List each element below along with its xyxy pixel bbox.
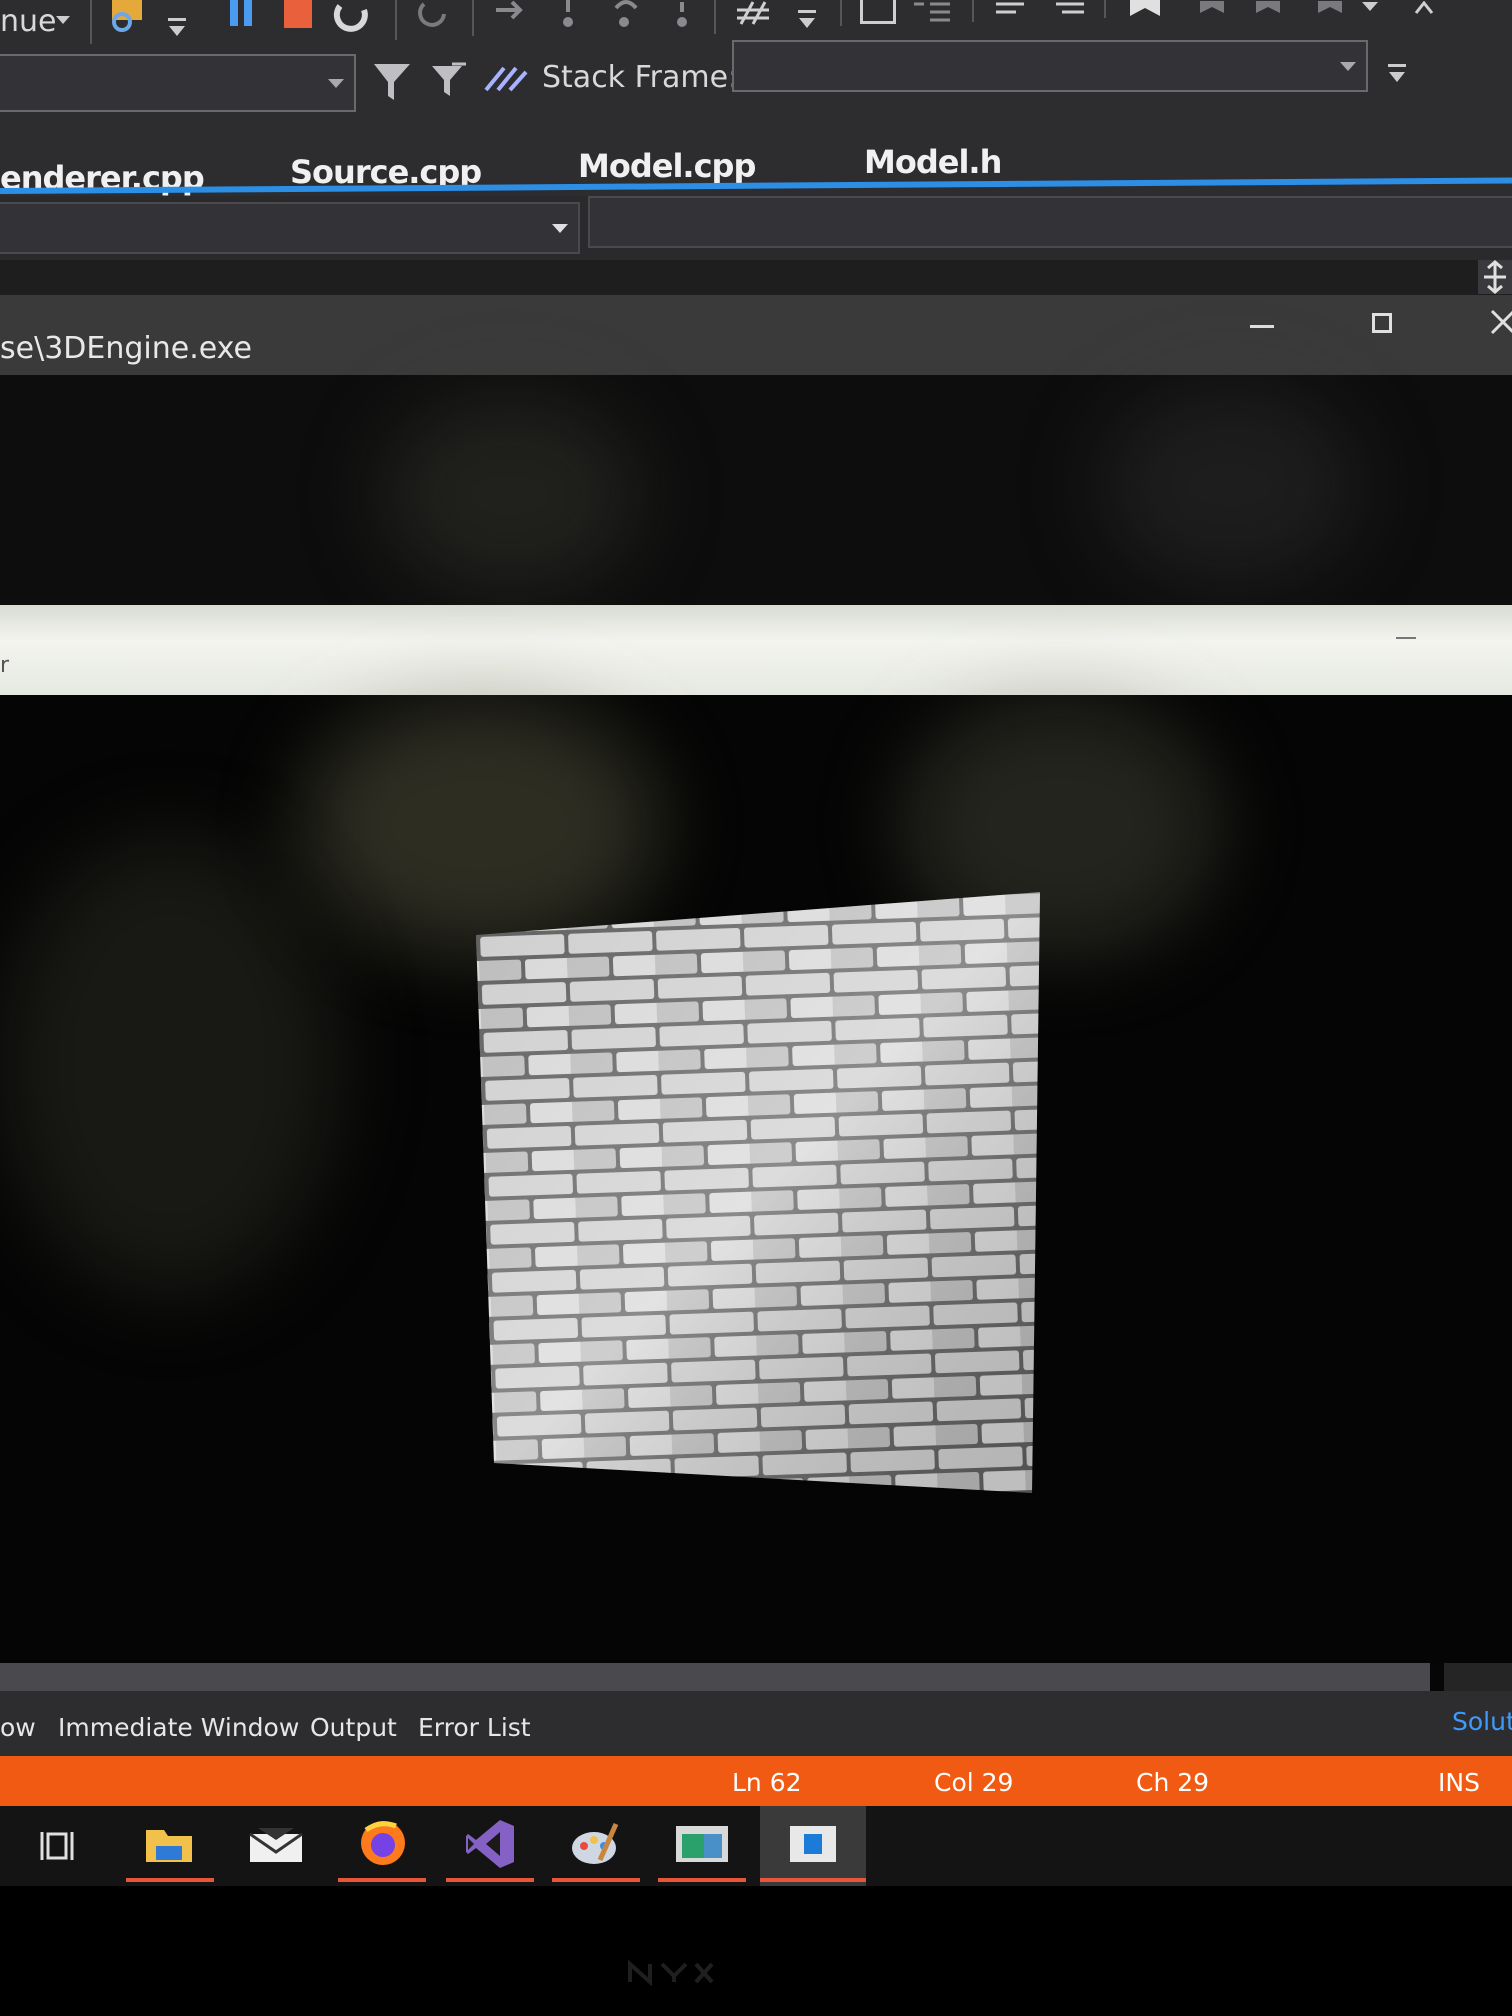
- active-app-icon: [790, 1826, 836, 1862]
- running-indicator: [338, 1878, 426, 1882]
- app-window-button[interactable]: [658, 1806, 746, 1886]
- running-indicator: [126, 1878, 214, 1882]
- file-explorer-icon: [146, 1830, 192, 1862]
- firefox-icon: [361, 1821, 405, 1865]
- file-explorer-button[interactable]: [126, 1806, 214, 1886]
- paint-button[interactable]: [552, 1806, 640, 1886]
- monitor-logo: [626, 1958, 716, 1987]
- tab-solution-explorer[interactable]: Solut: [1452, 1707, 1512, 1736]
- windows-taskbar: [0, 1806, 1512, 1886]
- task-view-icon: [40, 1832, 74, 1860]
- firefox-button[interactable]: [338, 1806, 426, 1886]
- visual-studio-button[interactable]: [446, 1806, 534, 1886]
- status-bar: Ln 62 Col 29 Ch 29 INS: [0, 1756, 1512, 1806]
- active-app-button[interactable]: [760, 1806, 866, 1886]
- visual-studio-icon: [466, 1820, 514, 1868]
- running-indicator: [552, 1878, 640, 1882]
- status-column: Col 29: [934, 1768, 1014, 1797]
- paint-icon: [572, 1822, 619, 1864]
- bottom-tool-tabs: ow Immediate Window Output Error List So…: [0, 1691, 1512, 1756]
- tab-error-list[interactable]: Error List: [418, 1713, 531, 1742]
- task-view-button[interactable]: [16, 1806, 104, 1886]
- mail-icon: [249, 1828, 303, 1862]
- status-line: Ln 62: [732, 1768, 802, 1797]
- status-insert-mode: INS: [1438, 1768, 1480, 1797]
- running-indicator: [658, 1878, 746, 1882]
- status-char: Ch 29: [1136, 1768, 1210, 1797]
- monitor-bezel: [0, 1886, 1512, 2016]
- running-indicator: [446, 1878, 534, 1882]
- tab-immediate-window[interactable]: Immediate Window: [58, 1713, 299, 1742]
- tab-output[interactable]: Output: [310, 1713, 397, 1742]
- running-indicator: [760, 1878, 866, 1882]
- tab-autos[interactable]: ow: [0, 1713, 36, 1742]
- mail-button[interactable]: [232, 1806, 320, 1886]
- app-window-icon: [676, 1826, 728, 1862]
- tool-window-divider[interactable]: [0, 1663, 1430, 1691]
